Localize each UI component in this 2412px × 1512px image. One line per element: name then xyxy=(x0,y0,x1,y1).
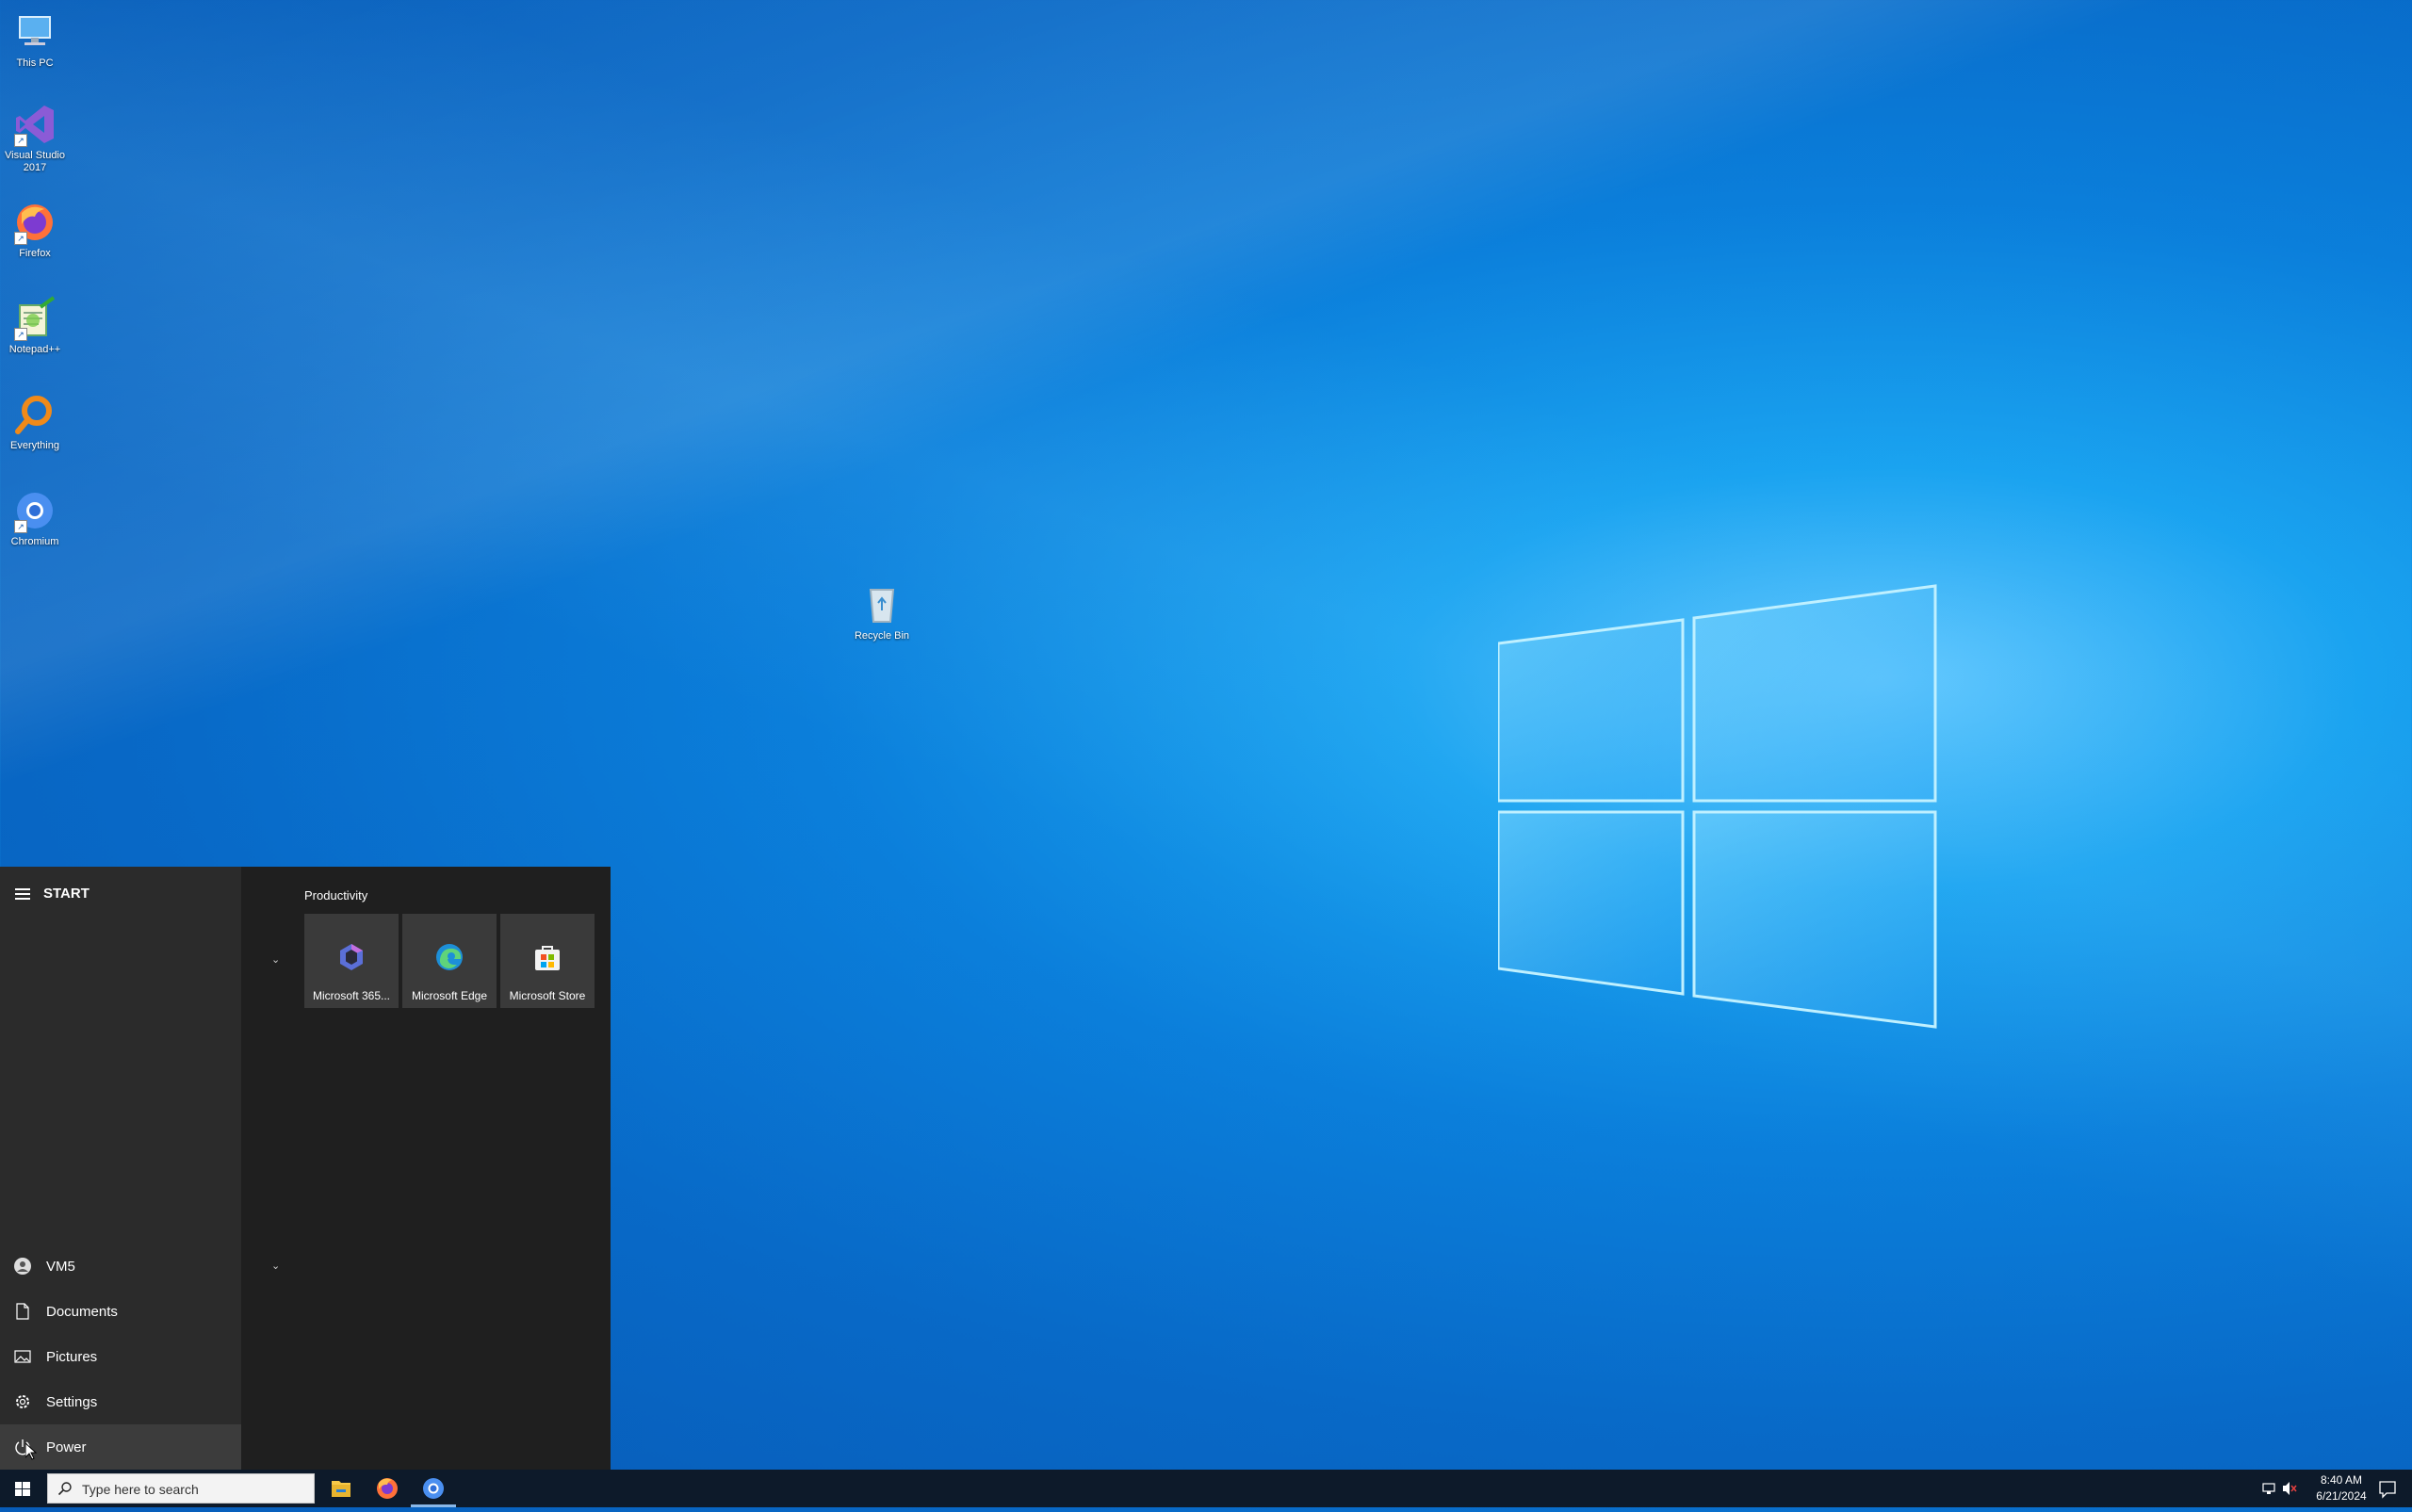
volume-muted-tray-icon[interactable] xyxy=(2280,1470,2299,1507)
network-tray-icon[interactable] xyxy=(2259,1470,2280,1507)
taskbar-chromium[interactable] xyxy=(411,1470,456,1507)
start-menu-title: START xyxy=(43,886,90,902)
start-item-label: Power xyxy=(46,1439,87,1455)
collapse-group-chevron-icon[interactable]: ⌄ xyxy=(271,953,280,966)
search-icon xyxy=(57,1482,72,1496)
firefox-icon xyxy=(377,1478,398,1499)
shortcut-arrow-icon: ↗ xyxy=(14,134,27,147)
desktop-icon-firefox[interactable]: ↗ Firefox xyxy=(0,200,72,260)
start-item-documents[interactable]: Documents xyxy=(0,1289,241,1334)
taskbar-search-box[interactable] xyxy=(47,1473,315,1504)
firefox-icon: ↗ xyxy=(12,200,57,245)
tile-label: Microsoft 365... xyxy=(312,989,391,1002)
gear-icon xyxy=(14,1393,31,1410)
desktop-icon-everything[interactable]: Everything xyxy=(0,392,72,452)
desktop-icon-notepad-plus-plus[interactable]: ↗ Notepad++ xyxy=(0,296,72,356)
mouse-cursor-icon xyxy=(25,1443,37,1460)
start-item-label: Documents xyxy=(46,1303,118,1320)
start-menu-left-rail: START VM5 Documents Pictures Settings Po… xyxy=(0,867,241,1470)
edge-icon xyxy=(434,942,464,972)
hamburger-menu-icon[interactable] xyxy=(15,887,30,900)
start-item-settings[interactable]: Settings xyxy=(0,1379,241,1424)
wallpaper-windows-logo xyxy=(1498,584,1937,1029)
start-item-label: Settings xyxy=(46,1393,98,1410)
store-icon xyxy=(532,942,562,972)
start-menu: START VM5 Documents Pictures Settings Po… xyxy=(0,867,611,1470)
taskbar: 8:40 AM 6/21/2024 xyxy=(0,1470,2412,1507)
start-item-pictures[interactable]: Pictures xyxy=(0,1334,241,1379)
file-explorer-icon xyxy=(332,1481,350,1497)
desktop-icon-visual-studio[interactable]: ↗ Visual Studio 2017 xyxy=(0,102,72,174)
desktop-icon-label: Recycle Bin xyxy=(854,630,910,642)
tile-microsoft-store[interactable]: Microsoft Store xyxy=(500,914,595,1008)
microsoft-365-icon xyxy=(336,942,367,972)
tile-label: Microsoft Edge xyxy=(411,989,488,1002)
taskbar-firefox[interactable] xyxy=(365,1470,410,1507)
desktop-icon-label: Everything xyxy=(10,440,59,451)
taskbar-file-explorer[interactable] xyxy=(318,1470,364,1507)
desktop-icon-label: Firefox xyxy=(19,248,51,259)
shortcut-arrow-icon: ↗ xyxy=(14,520,27,533)
everything-icon xyxy=(12,392,57,437)
visual-studio-icon: ↗ xyxy=(12,102,57,147)
search-input[interactable] xyxy=(80,1480,310,1499)
user-avatar-icon xyxy=(14,1258,31,1275)
desktop-icon-this-pc[interactable]: This PC xyxy=(0,9,72,70)
desktop-icon-label: Visual Studio 2017 xyxy=(4,150,65,173)
start-menu-header[interactable]: START xyxy=(15,886,90,902)
pictures-icon xyxy=(14,1348,31,1365)
recycle-bin-icon xyxy=(859,582,904,627)
chromium-icon: ↗ xyxy=(12,488,57,533)
chromium-icon xyxy=(411,1478,456,1507)
shortcut-arrow-icon: ↗ xyxy=(14,328,27,341)
start-item-user[interactable]: VM5 xyxy=(0,1244,241,1289)
desktop-icon-label: Chromium xyxy=(10,536,59,547)
tile-microsoft-edge[interactable]: Microsoft Edge xyxy=(402,914,497,1008)
tile-microsoft-365[interactable]: Microsoft 365... xyxy=(304,914,399,1008)
notification-center-button[interactable] xyxy=(2369,1470,2406,1507)
desktop-icon-recycle-bin[interactable]: Recycle Bin xyxy=(845,582,919,642)
start-button[interactable] xyxy=(0,1470,45,1507)
desktop-icon-chromium[interactable]: ↗ Chromium xyxy=(0,488,72,548)
collapse-group-chevron-icon[interactable]: ⌄ xyxy=(271,1260,280,1272)
document-icon xyxy=(14,1303,31,1320)
windows-start-icon xyxy=(15,1482,30,1496)
tile-group-title: Productivity xyxy=(304,888,368,902)
shortcut-arrow-icon: ↗ xyxy=(14,232,27,245)
this-pc-icon xyxy=(12,9,57,55)
desktop-icon-label: This PC xyxy=(16,57,54,69)
desktop-icon-label: Notepad++ xyxy=(8,344,61,355)
start-item-label: Pictures xyxy=(46,1348,98,1365)
start-item-label: VM5 xyxy=(46,1258,75,1275)
tile-label: Microsoft Store xyxy=(509,989,586,1002)
notepad-plus-plus-icon: ↗ xyxy=(12,296,57,341)
notification-icon xyxy=(2379,1481,2396,1499)
